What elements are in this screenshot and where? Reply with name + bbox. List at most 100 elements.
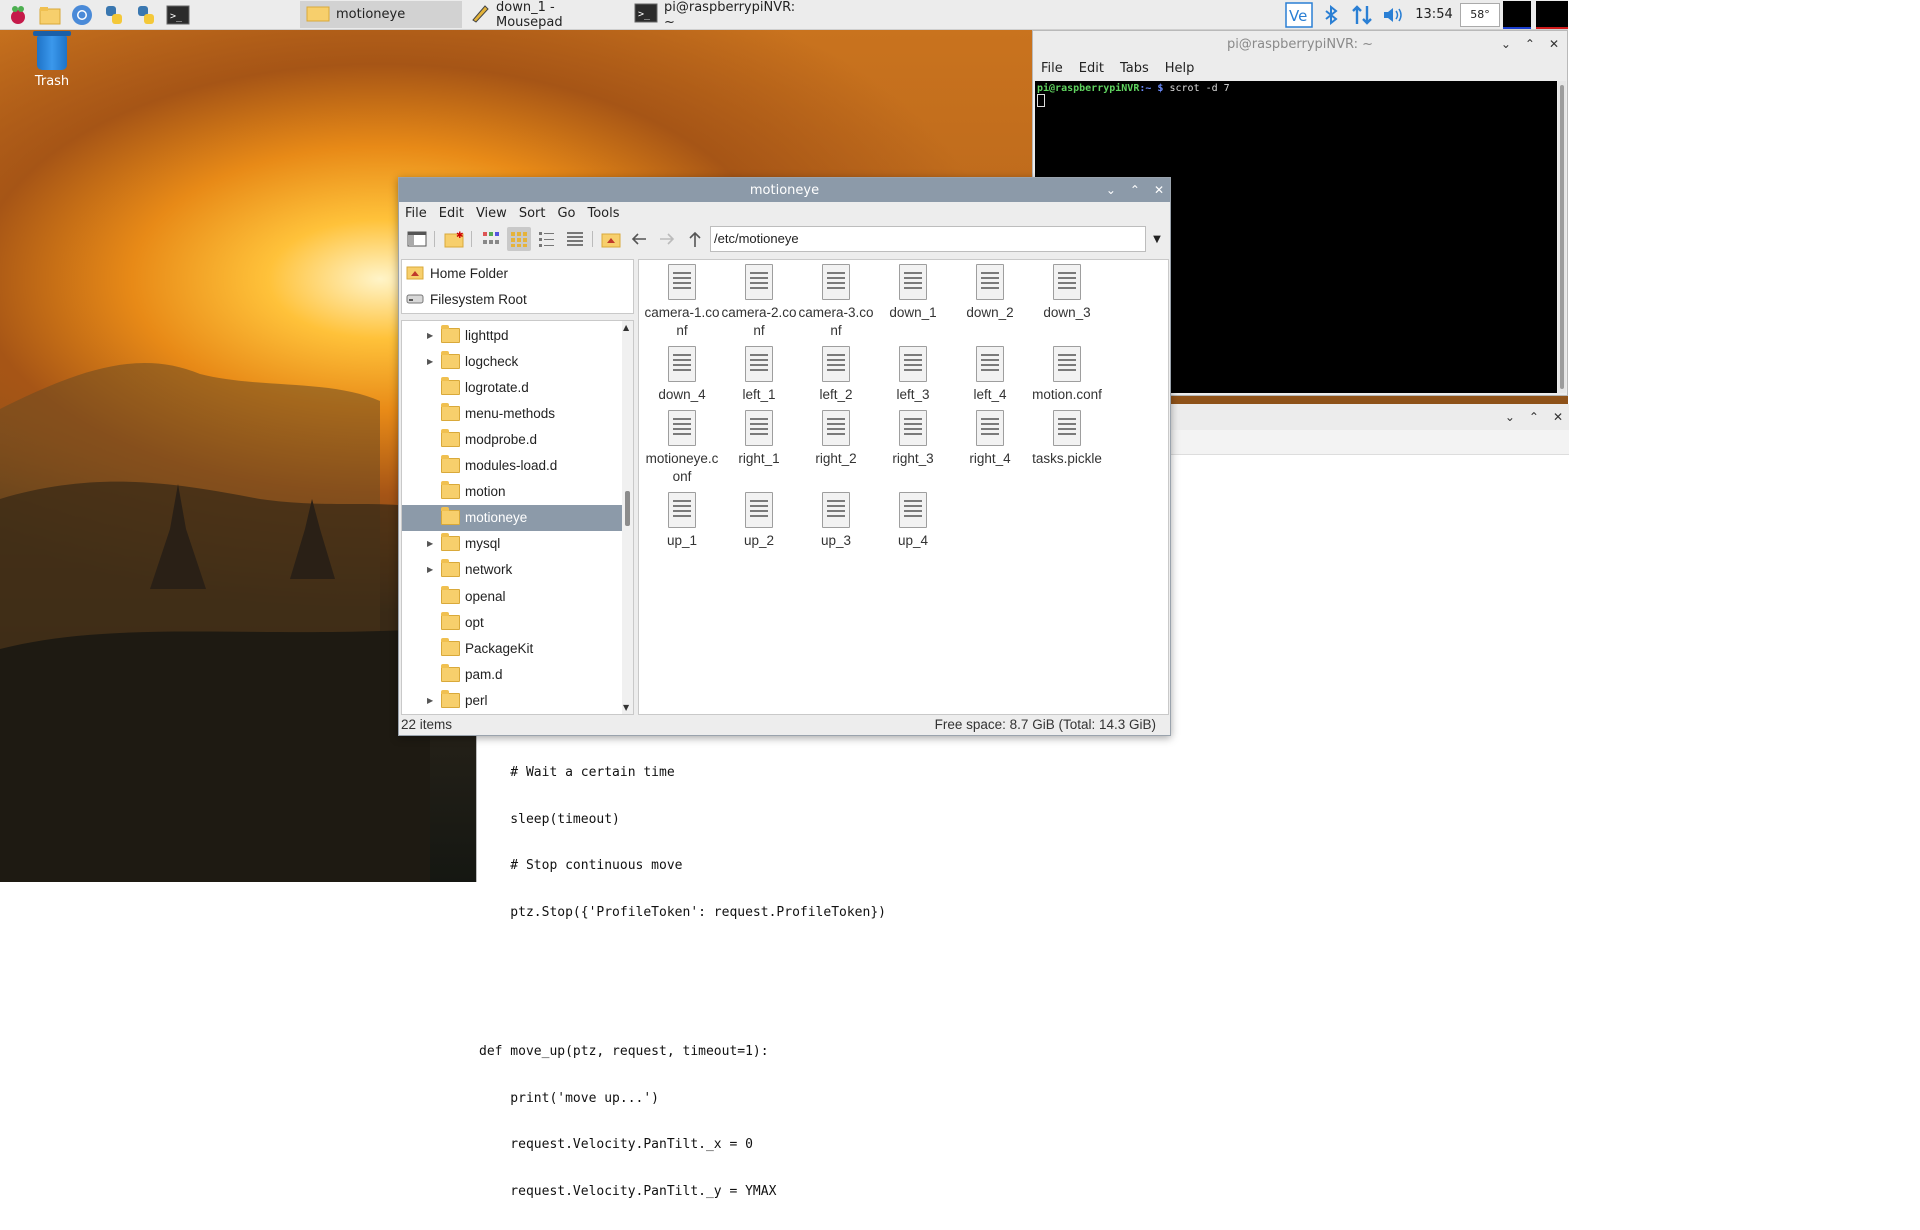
file-item[interactable]: down_1 [874, 264, 952, 322]
tree-item[interactable]: motioneye [402, 504, 624, 531]
vnc-icon[interactable]: Ve [1284, 0, 1314, 29]
back-arrow-icon[interactable] [627, 227, 651, 251]
expand-arrow-icon[interactable]: ▶ [427, 357, 435, 366]
file-item[interactable]: up_3 [797, 492, 875, 550]
scroll-down-icon[interactable]: ▼ [623, 703, 629, 712]
forward-arrow-icon[interactable] [655, 227, 679, 251]
tree-item[interactable]: modules-load.d [402, 453, 624, 479]
chevron-down-icon[interactable]: ▼ [1148, 226, 1166, 252]
network-icon[interactable] [1348, 0, 1376, 29]
menu-tools[interactable]: Tools [582, 206, 626, 221]
menu-sort[interactable]: Sort [513, 206, 552, 221]
clock[interactable]: 13:54 [1412, 0, 1456, 29]
new-window-icon[interactable] [405, 227, 429, 251]
expand-arrow-icon[interactable]: ▶ [427, 565, 435, 574]
file-item[interactable]: left_3 [874, 346, 952, 404]
menu-file[interactable]: File [399, 206, 433, 221]
file-item[interactable]: up_4 [874, 492, 952, 550]
file-item[interactable]: up_1 [643, 492, 721, 550]
terminal-titlebar[interactable]: pi@raspberrypiNVR: ~ ⌄ ⌃ ✕ [1033, 31, 1567, 57]
tree-item[interactable]: ▶ lighttpd [402, 322, 624, 348]
volume-icon[interactable] [1380, 0, 1408, 29]
file-item[interactable]: left_2 [797, 346, 875, 404]
file-item[interactable]: right_1 [720, 410, 798, 468]
tree-item[interactable]: openal [402, 583, 624, 609]
scroll-thumb[interactable] [625, 491, 630, 526]
path-input[interactable]: /etc/motioneye [710, 226, 1146, 252]
tree-item[interactable]: ▶ logcheck [402, 348, 624, 374]
menu-edit[interactable]: Edit [1071, 61, 1112, 76]
expand-arrow-icon[interactable]: ▶ [427, 539, 435, 548]
bluetooth-icon[interactable] [1318, 0, 1344, 29]
close-icon[interactable]: ✕ [1549, 37, 1559, 51]
new-folder-icon[interactable]: ✱ [442, 227, 466, 251]
file-item[interactable]: motion.conf [1028, 346, 1106, 404]
code-editor[interactable]: # Wait a certain time sleep(timeout) # S… [479, 734, 886, 1230]
close-icon[interactable]: ✕ [1553, 410, 1563, 424]
trash-desktop-item[interactable]: Trash [24, 31, 80, 89]
list-view-icon[interactable] [563, 227, 587, 251]
task-terminal[interactable]: >_ pi@raspberrypiNVR: ~ [628, 0, 795, 30]
file-item[interactable]: right_3 [874, 410, 952, 468]
file-item[interactable]: down_3 [1028, 264, 1106, 322]
file-manager-icon[interactable] [36, 1, 64, 29]
tree-item[interactable]: menu-methods [402, 400, 624, 426]
file-item[interactable]: right_2 [797, 410, 875, 468]
maximize-icon[interactable]: ⌃ [1525, 37, 1535, 51]
file-item[interactable]: camera-3.co nf [797, 264, 875, 340]
home-folder-icon[interactable] [599, 227, 623, 251]
place-filesystem-root[interactable]: Filesystem Root [402, 286, 633, 312]
expand-arrow-icon[interactable]: ▶ [427, 696, 435, 705]
close-icon[interactable]: ✕ [1154, 183, 1164, 197]
file-item[interactable]: up_2 [720, 492, 798, 550]
menu-edit[interactable]: Edit [433, 206, 470, 221]
raspberry-menu-icon[interactable] [4, 1, 32, 29]
file-item[interactable]: tasks.pickle [1028, 410, 1106, 468]
icon-view-options-icon[interactable] [479, 227, 503, 251]
tree-item[interactable]: ▶ network [402, 557, 624, 583]
tree-item[interactable]: ▶ perl [402, 687, 624, 713]
tree-item[interactable]: logrotate.d [402, 374, 624, 400]
minimize-icon[interactable]: ⌄ [1505, 410, 1515, 424]
file-item[interactable]: down_2 [951, 264, 1029, 322]
file-item[interactable]: camera-1.co nf [643, 264, 721, 340]
file-manager-titlebar[interactable]: motioneye ⌄ ⌃ ✕ [399, 178, 1170, 202]
terminal-scrollbar[interactable] [1558, 81, 1566, 393]
terminal-menubar: File Edit Tabs Help [1033, 57, 1567, 79]
tree-item[interactable]: opt [402, 609, 624, 635]
menu-file[interactable]: File [1033, 61, 1071, 76]
file-item[interactable]: left_1 [720, 346, 798, 404]
cpu-temp-widget[interactable]: 58° [1460, 0, 1500, 29]
compact-view-icon[interactable] [535, 227, 559, 251]
tree-item[interactable]: pam.d [402, 661, 624, 687]
terminal-icon[interactable]: >_ [164, 1, 192, 29]
menu-go[interactable]: Go [551, 206, 581, 221]
chromium-icon[interactable] [68, 1, 96, 29]
file-item[interactable]: right_4 [951, 410, 1029, 468]
menu-view[interactable]: View [470, 206, 513, 221]
python-icon[interactable] [132, 1, 160, 29]
maximize-icon[interactable]: ⌃ [1130, 183, 1140, 197]
tree-item[interactable]: PackageKit [402, 635, 624, 661]
menu-tabs[interactable]: Tabs [1112, 61, 1157, 76]
tree-item[interactable]: modprobe.d [402, 426, 624, 452]
file-item[interactable]: camera-2.co nf [720, 264, 798, 340]
task-mousepad[interactable]: down_1 - Mousepad [464, 0, 626, 30]
up-arrow-icon[interactable] [683, 227, 707, 251]
file-item[interactable]: left_4 [951, 346, 1029, 404]
scroll-up-icon[interactable]: ▲ [623, 323, 629, 332]
icon-view-icon[interactable] [507, 227, 531, 251]
expand-arrow-icon[interactable]: ▶ [427, 331, 435, 340]
minimize-icon[interactable]: ⌄ [1501, 37, 1511, 51]
tree-item[interactable]: motion [402, 479, 624, 505]
maximize-icon[interactable]: ⌃ [1529, 410, 1539, 424]
place-home-folder[interactable]: Home Folder [402, 260, 633, 286]
python-icon[interactable] [100, 1, 128, 29]
file-item[interactable]: motioneye.c onf [643, 410, 721, 486]
file-item[interactable]: down_4 [643, 346, 721, 404]
tree-item[interactable]: ▶ mysql [402, 531, 624, 557]
minimize-icon[interactable]: ⌄ [1106, 183, 1116, 197]
menu-help[interactable]: Help [1157, 61, 1203, 76]
task-file-manager[interactable]: motioneye [300, 1, 462, 28]
tree-scrollbar[interactable]: ▲ ▼ [622, 321, 633, 714]
